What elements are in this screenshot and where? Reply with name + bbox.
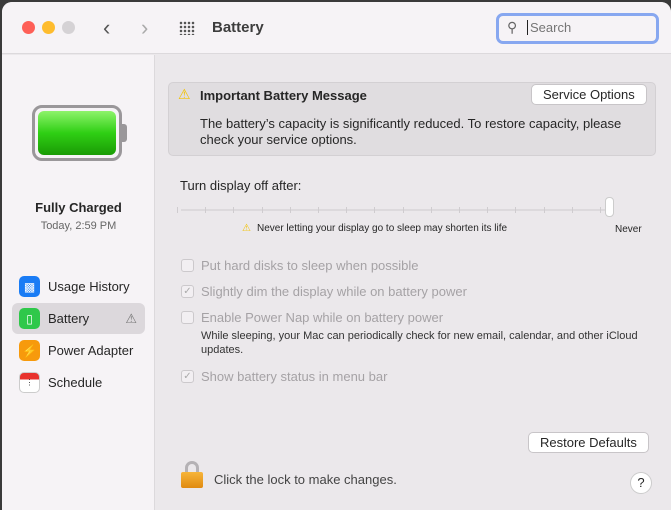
slider-tick	[261, 207, 263, 213]
slider-tick	[346, 207, 348, 213]
checkbox-label: Put hard disks to sleep when possible	[201, 258, 419, 273]
lock-text: Click the lock to make changes.	[214, 472, 397, 487]
power-nap-checkbox[interactable]: Enable Power Nap while on battery power	[181, 310, 443, 325]
sidebar-item-label: Usage History	[48, 279, 130, 294]
sidebar-item-label: Battery	[48, 311, 90, 326]
sidebar-item-battery[interactable]: ▯ Battery ⚠	[12, 303, 145, 334]
slider-tick	[318, 207, 319, 213]
slider-end-label: Never	[615, 224, 642, 235]
restore-defaults-button[interactable]: Restore Defaults	[528, 432, 649, 453]
sidebar: Fully Charged Today, 2:59 PM ▩ Usage Hist…	[2, 55, 155, 510]
dim-display-checkbox[interactable]: ✓ Slightly dim the display while on batte…	[181, 284, 467, 299]
checkbox-box[interactable]	[181, 259, 194, 272]
power-nap-description: While sleeping, your Mac can periodicall…	[201, 330, 638, 356]
sidebar-item-power-adapter[interactable]: ⚡ Power Adapter	[12, 335, 145, 366]
battery-status: Fully Charged	[35, 200, 122, 215]
alert-body: The battery’s capacity is significantly …	[200, 116, 622, 147]
service-options-button[interactable]: Service Options	[531, 84, 647, 105]
slider-warning-text: Never letting your display go to sleep m…	[256, 223, 508, 234]
search-icon: ⚲	[507, 19, 518, 35]
sidebar-item-usage-history[interactable]: ▩ Usage History	[12, 271, 145, 302]
checkmark-icon[interactable]: ✓	[181, 285, 194, 298]
sidebar-item-label: Power Adapter	[48, 343, 134, 358]
slider-tick	[571, 207, 573, 213]
alert-title: Important Battery Message	[200, 88, 367, 103]
battery-icon: ▯	[19, 308, 40, 329]
main-panel: ⚠ Important Battery Message The battery’…	[156, 55, 671, 510]
slider-tick	[430, 207, 432, 213]
warning-icon: ⚠	[178, 86, 191, 102]
battery-large-icon	[32, 105, 127, 161]
help-button[interactable]: ?	[630, 472, 652, 494]
battery-alert: ⚠ Important Battery Message The battery’…	[168, 82, 656, 156]
slider-tick	[487, 207, 489, 213]
search-field[interactable]: ⚲	[496, 13, 659, 44]
slider-tick	[543, 207, 545, 213]
slider-label: Turn display off after:	[180, 178, 302, 193]
slider-tick	[205, 207, 207, 213]
checkbox-box[interactable]	[181, 311, 194, 324]
slider-thumb[interactable]	[605, 197, 614, 217]
search-input[interactable]	[527, 20, 652, 35]
titlebar: ‹ › Battery ⚲	[2, 2, 671, 54]
back-icon[interactable]: ‹	[103, 15, 110, 41]
chart-bars-icon: ▩	[19, 276, 40, 297]
slider-tick	[459, 207, 460, 213]
sidebar-item-schedule[interactable]: ⋮ Schedule	[12, 367, 145, 398]
close-button[interactable]	[22, 21, 35, 34]
checkmark-icon[interactable]: ✓	[181, 370, 194, 383]
slider-warning: ⚠ Never letting your display go to sleep …	[242, 223, 507, 234]
zoom-button[interactable]	[62, 21, 75, 34]
battery-preferences-window: ‹ › Battery ⚲ Fully Charged Today, 2:59 …	[2, 2, 671, 510]
checkbox-label: Slightly dim the display while on batter…	[201, 284, 467, 299]
slider-tick	[374, 207, 376, 213]
sidebar-item-label: Schedule	[48, 375, 103, 390]
lightning-icon: ⚡	[19, 340, 40, 361]
slider-tick	[600, 207, 601, 213]
battery-time: Today, 2:59 PM	[40, 220, 117, 232]
slider-tick	[402, 207, 404, 213]
slider-tick	[177, 207, 178, 213]
minimize-button[interactable]	[42, 21, 55, 34]
lock-icon[interactable]	[181, 461, 203, 489]
show-battery-status-checkbox[interactable]: ✓ Show battery status in menu bar	[181, 369, 387, 384]
calendar-icon: ⋮	[19, 372, 40, 393]
warning-icon: ⚠	[242, 223, 251, 234]
slider-tick	[289, 207, 291, 213]
checkbox-label: Enable Power Nap while on battery power	[201, 310, 444, 325]
checkbox-label: Show battery status in menu bar	[201, 369, 388, 384]
window-title: Battery	[212, 19, 264, 36]
slider-tick	[233, 207, 235, 213]
hard-disks-sleep-checkbox[interactable]: Put hard disks to sleep when possible	[181, 258, 419, 273]
slider-tick	[515, 207, 517, 213]
grid-icon[interactable]	[179, 21, 195, 35]
forward-icon[interactable]: ›	[141, 15, 148, 41]
warning-icon: ⚠	[125, 310, 137, 326]
